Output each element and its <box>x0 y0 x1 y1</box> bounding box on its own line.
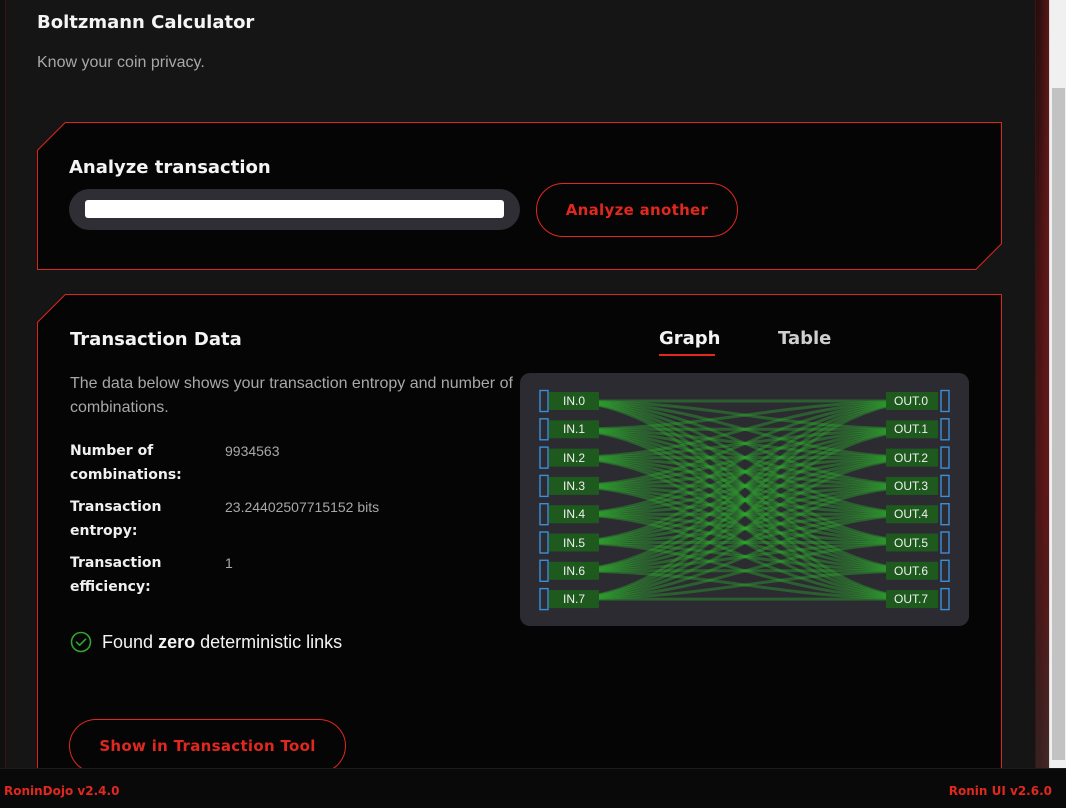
graph-node-handle[interactable] <box>539 587 549 611</box>
stat-value-entropy: 23.24402507715152 bits <box>225 499 380 515</box>
tab-table[interactable]: Table <box>778 328 831 349</box>
transaction-graph[interactable]: IN.0 IN.1 IN.2 IN.3 IN.4 IN.5 IN.6 IN.7 OUT.0 OUT… <box>520 373 969 626</box>
graph-output-node[interactable]: OUT.4 <box>894 507 928 521</box>
show-in-transaction-tool-button[interactable]: Show in Transaction Tool <box>69 719 346 773</box>
check-circle-icon <box>70 631 92 653</box>
graph-output-node[interactable]: OUT.0 <box>894 394 928 408</box>
graph-link <box>556 456 934 601</box>
stat-value-efficiency: 1 <box>225 555 233 571</box>
graph-node-handle[interactable] <box>940 531 950 554</box>
graph-output-node[interactable]: OUT.7 <box>894 592 928 606</box>
txid-input[interactable] <box>69 189 520 230</box>
graph-node-handle[interactable] <box>940 559 950 583</box>
graph-node-handle[interactable] <box>940 502 950 526</box>
graph-node-handle[interactable] <box>539 418 549 441</box>
graph-input-node[interactable]: IN.3 <box>563 479 585 493</box>
links-emphasis: zero <box>158 631 196 652</box>
graph-node-handle[interactable] <box>940 418 950 441</box>
stat-label-entropy: Transaction entropy: <box>70 499 162 539</box>
graph-output-node[interactable]: OUT.1 <box>894 422 928 436</box>
links-suffix: deterministic links <box>200 631 343 652</box>
stat-label-efficiency: Transaction efficiency: <box>70 555 162 595</box>
transaction-data-heading: Transaction Data <box>70 329 242 350</box>
graph-node-handle[interactable] <box>940 446 950 469</box>
graph-input-node[interactable]: IN.0 <box>563 394 585 408</box>
stat-label-combinations: Number of combinations: <box>70 443 182 483</box>
active-tab-indicator <box>659 354 715 356</box>
graph-node-handle[interactable] <box>539 474 549 498</box>
graph-node-handle[interactable] <box>539 502 549 526</box>
graph-node-handle[interactable] <box>539 531 549 554</box>
page-subtitle: Know your coin privacy. <box>37 54 205 71</box>
graph-output-node[interactable]: OUT.3 <box>894 479 928 493</box>
tab-graph[interactable]: Graph <box>659 328 721 349</box>
graph-links-svg <box>539 389 950 611</box>
links-prefix: Found <box>102 631 154 652</box>
graph-input-node[interactable]: IN.1 <box>563 422 585 436</box>
redacted-txid <box>85 200 504 218</box>
scrollbar-thumb[interactable] <box>1052 88 1065 760</box>
ronindojo-version: RoninDojo v2.4.0 <box>4 784 120 798</box>
graph-node-handle[interactable] <box>539 559 549 583</box>
page-title: Boltzmann Calculator <box>37 12 255 33</box>
graph-input-node[interactable]: IN.5 <box>563 536 585 550</box>
graph-node-handle[interactable] <box>940 389 950 413</box>
graph-output-node[interactable]: OUT.5 <box>894 536 928 550</box>
analyze-another-button[interactable]: Analyze another <box>536 183 738 237</box>
graph-node-handle[interactable] <box>940 587 950 611</box>
graph-node-handle[interactable] <box>940 474 950 498</box>
scrollbar[interactable] <box>1049 0 1066 768</box>
graph-node-handle[interactable] <box>539 446 549 469</box>
analyze-heading: Analyze transaction <box>69 157 271 178</box>
transaction-data-description: The data below shows your transaction en… <box>70 375 513 416</box>
graph-output-node[interactable]: OUT.2 <box>894 451 928 465</box>
graph-link <box>556 399 934 544</box>
graph-input-node[interactable]: IN.6 <box>563 564 585 578</box>
graph-input-node[interactable]: IN.4 <box>563 507 585 521</box>
graph-node-handle[interactable] <box>539 389 549 413</box>
ronin-ui-version: Ronin UI v2.6.0 <box>948 784 1052 798</box>
graph-output-node[interactable]: OUT.6 <box>894 564 928 578</box>
graph-input-node[interactable]: IN.7 <box>563 592 585 606</box>
graph-input-node[interactable]: IN.2 <box>563 451 585 465</box>
footer-bar: RoninDojo v2.4.0 Ronin UI v2.6.0 <box>0 768 1066 808</box>
stat-value-combinations: 9934563 <box>225 443 280 459</box>
deterministic-links-status: Found zero deterministic links <box>70 628 342 656</box>
